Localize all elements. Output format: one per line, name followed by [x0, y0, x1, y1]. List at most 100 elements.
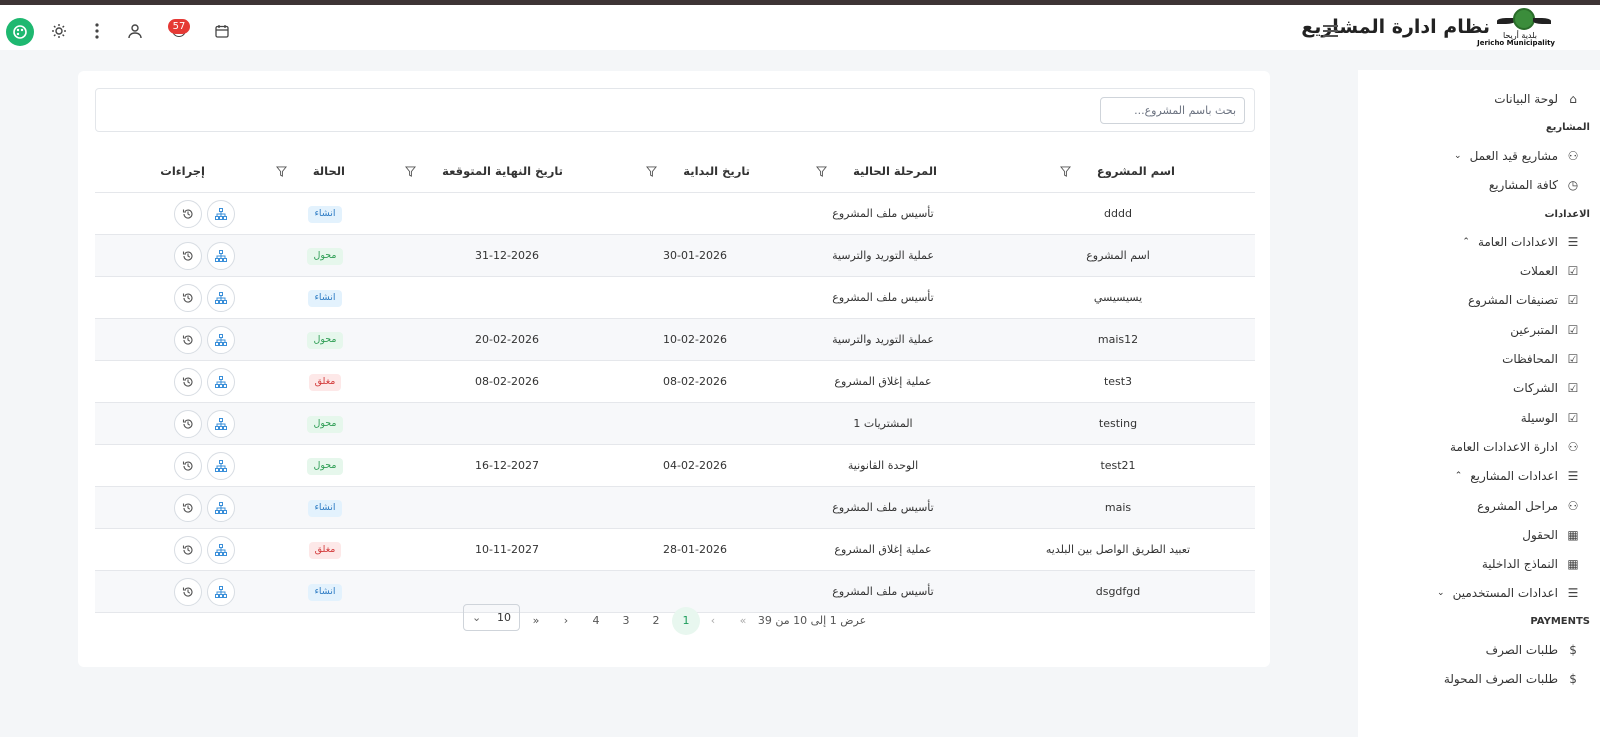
phases-button[interactable]	[207, 200, 235, 228]
phases-button[interactable]	[207, 536, 235, 564]
prev-page-button[interactable]: ‹	[703, 607, 723, 635]
menu-toggle-icon[interactable]	[1323, 25, 1338, 37]
filter-icon[interactable]	[816, 165, 828, 177]
history-button[interactable]	[174, 410, 202, 438]
column-header-end-date: تاريخ النهاية المتوقعة	[405, 164, 563, 178]
page-3-button[interactable]: 3	[613, 607, 639, 635]
sidebar-item-governorates[interactable]: ☑ المحافظات	[1502, 352, 1580, 366]
table-row: يسيسيسي تأسيس ملف المشروع انشاء	[95, 277, 1255, 319]
sidebar-item-project-settings[interactable]: ☰ اعدادات المشاريع ⌃	[1455, 469, 1580, 483]
last-page-button[interactable]: »	[526, 607, 546, 635]
chevron-up-icon: ⌃	[1454, 471, 1463, 481]
actions-cell	[135, 403, 255, 445]
status-cell: انشاء	[295, 487, 355, 529]
sidebar-item-label: الشركات	[1513, 381, 1558, 395]
history-button[interactable]	[174, 536, 202, 564]
project-name-cell[interactable]: test21	[981, 445, 1255, 487]
phases-button[interactable]	[207, 452, 235, 480]
end-date-cell: 16-12-2027	[475, 459, 539, 472]
filter-icon[interactable]	[275, 165, 287, 177]
filter-icon[interactable]	[405, 165, 417, 177]
project-name-cell[interactable]: يسيسيسي	[981, 277, 1255, 319]
next-page-button[interactable]: ›	[556, 607, 576, 635]
page-size-select[interactable]: ⌄ 10	[463, 604, 520, 631]
sidebar-item-internal-forms[interactable]: ▦ النماذج الداخلية	[1482, 557, 1580, 571]
end-date-cell	[419, 487, 595, 529]
sidebar-item-method[interactable]: ☑ الوسيلة	[1521, 411, 1580, 425]
status-cell: انشاء	[295, 277, 355, 319]
sidebar-item-currencies[interactable]: ☑ العملات	[1520, 264, 1580, 278]
history-button[interactable]	[174, 284, 202, 312]
sidebar-item-label: طلبات الصرف	[1485, 643, 1558, 657]
phases-button[interactable]	[207, 242, 235, 270]
filter-icon[interactable]	[1059, 165, 1071, 177]
sidebar-item-user-settings[interactable]: ☰ اعدادات المستخدمين ⌄	[1437, 586, 1580, 600]
theme-customizer-button[interactable]	[6, 18, 34, 46]
calendar-icon	[215, 25, 229, 38]
sidebar-item-payment-requests[interactable]: $ طلبات الصرف	[1486, 643, 1580, 657]
page-4-button[interactable]: 4	[583, 607, 609, 635]
history-button[interactable]	[174, 326, 202, 354]
sitemap-icon: ⚇	[1567, 440, 1579, 454]
status-badge: مغلق	[308, 541, 342, 559]
page-1-button[interactable]: 1	[672, 607, 700, 635]
sidebar-item-general-settings-admin[interactable]: ⚇ ادارة الاعدادات العامة	[1450, 440, 1580, 454]
first-page-button[interactable]: «	[733, 607, 753, 635]
actions-cell	[135, 193, 255, 235]
sitemap-icon	[215, 376, 227, 388]
sidebar-item-fields[interactable]: ▦ الحقول	[1522, 528, 1580, 542]
phases-button[interactable]	[207, 326, 235, 354]
history-button[interactable]	[174, 242, 202, 270]
sidebar-item-transferred-payment-requests[interactable]: $ طلبات الصرف المحولة	[1444, 672, 1580, 686]
start-date-cell	[615, 487, 775, 529]
notification-badge[interactable]: 57	[168, 19, 190, 34]
history-icon	[182, 335, 193, 345]
chevron-down-icon: ⌄	[1437, 588, 1445, 598]
history-button[interactable]	[174, 200, 202, 228]
user-profile-button[interactable]	[123, 19, 147, 43]
phases-button[interactable]	[207, 284, 235, 312]
history-button[interactable]	[174, 494, 202, 522]
start-date-cell	[615, 277, 775, 319]
sidebar-item-all-projects[interactable]: ◷ كافة المشاريع	[1489, 178, 1580, 192]
more-options-button[interactable]	[85, 19, 109, 43]
calendar-button[interactable]	[210, 19, 234, 43]
page-2-button[interactable]: 2	[643, 607, 669, 635]
status-cell: انشاء	[295, 193, 355, 235]
project-name-cell[interactable]: تعبيد الطريق الواصل بين البلديه	[981, 529, 1255, 571]
history-button[interactable]	[174, 368, 202, 396]
phases-button[interactable]	[207, 410, 235, 438]
filter-icon[interactable]	[646, 165, 658, 177]
project-name-cell[interactable]: dddd	[981, 193, 1255, 235]
phases-button[interactable]	[207, 368, 235, 396]
logo-english-text: Jericho Municipality	[1477, 39, 1555, 47]
sidebar-item-label: اعدادات المشاريع	[1470, 469, 1558, 483]
project-name-cell[interactable]: testing	[981, 403, 1255, 445]
sidebar-item-companies[interactable]: ☑ الشركات	[1513, 381, 1580, 395]
sidebar-item-projects-in-progress[interactable]: ⚇ مشاريع قيد العمل ⌄	[1454, 149, 1580, 163]
phases-button[interactable]	[207, 494, 235, 522]
sidebar-item-dashboard[interactable]: ⌂ لوحة البيانات	[1494, 92, 1580, 106]
sidebar-item-donors[interactable]: ☑ المتبرعين	[1510, 323, 1580, 337]
phases-button[interactable]	[207, 578, 235, 606]
sun-icon	[52, 24, 66, 38]
sidebar-item-project-categories[interactable]: ☑ تصنيفات المشروع	[1468, 293, 1580, 307]
sidebar-item-label: الوسيلة	[1520, 411, 1558, 425]
sidebar-item-project-phases[interactable]: ⚇ مراحل المشروع	[1477, 499, 1580, 513]
history-button[interactable]	[174, 452, 202, 480]
sidebar-item-general-settings[interactable]: ☰ الاعدادات العامة ⌃	[1462, 235, 1580, 249]
history-button[interactable]	[174, 578, 202, 606]
project-name-cell[interactable]: اسم المشروع	[981, 235, 1255, 277]
project-name-cell[interactable]: dsgdfgd	[981, 571, 1255, 613]
actions-cell	[135, 235, 255, 277]
start-date-cell: 30-01-2026	[663, 249, 727, 262]
logo-wing-right	[1533, 18, 1551, 24]
actions-cell	[135, 445, 255, 487]
current-phase-cell: عملية التوريد والترسية	[832, 333, 934, 346]
project-name-cell[interactable]: test3	[981, 361, 1255, 403]
project-name-cell[interactable]: mais12	[981, 319, 1255, 361]
project-name-cell[interactable]: mais	[981, 487, 1255, 529]
theme-toggle-button[interactable]	[47, 19, 71, 43]
search-input[interactable]	[1100, 97, 1245, 124]
checkbox-icon: ☑	[1567, 352, 1579, 366]
